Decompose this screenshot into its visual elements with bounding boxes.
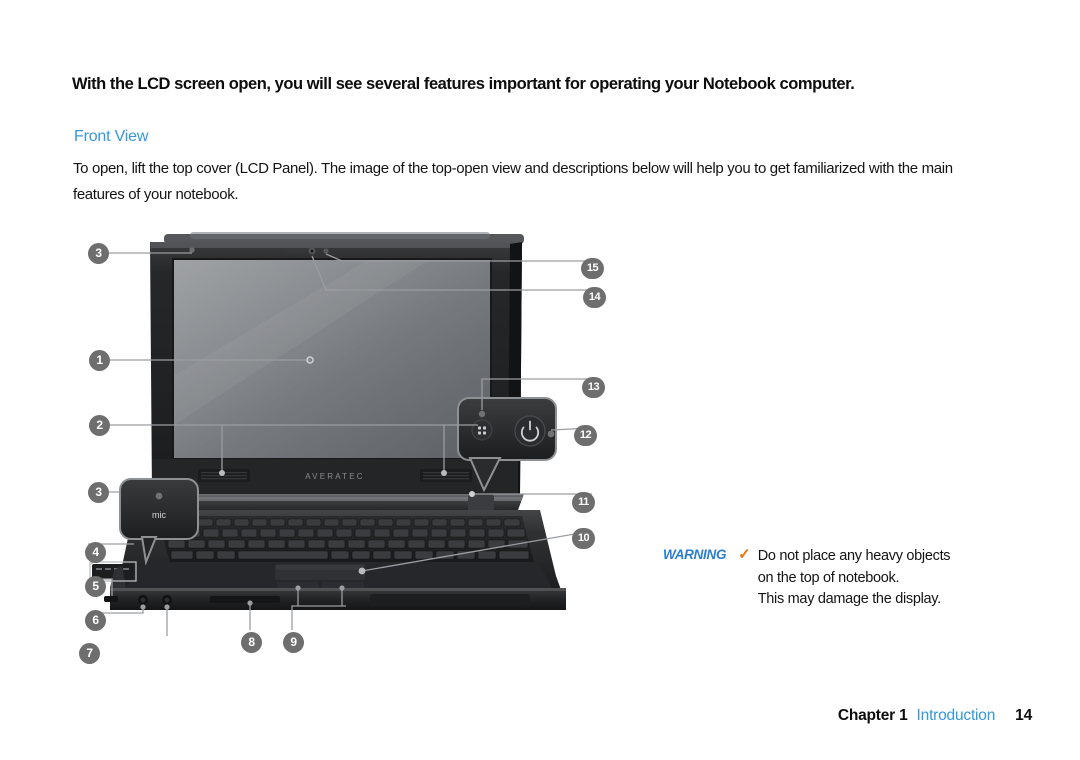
- footer-page-number: 14: [1015, 707, 1032, 724]
- footer-chapter: Chapter 1: [837, 707, 908, 724]
- section-heading-front-view: Front View: [74, 128, 149, 145]
- callout-badge-2: 2: [89, 415, 110, 436]
- callout-badge-8: 8: [241, 632, 262, 653]
- warning-line-3: This may damage the display.: [757, 591, 941, 607]
- card-reader-slot: [210, 596, 280, 603]
- section-body-text: To open, lift the top cover (LCD Panel).…: [73, 160, 953, 203]
- callout-badge-15: 15: [581, 258, 604, 279]
- callout-badge-9: 9: [283, 632, 304, 653]
- callout-badge-1: 1: [89, 350, 110, 371]
- warning-text: Do not place any heavy objects on the to…: [758, 546, 951, 611]
- warning-line-1: Do not place any heavy objects: [757, 548, 951, 564]
- callout-badge-7: 7: [79, 643, 100, 664]
- callout-badge-4: 4: [85, 542, 106, 563]
- footer-section-name: Introduction: [916, 707, 996, 724]
- callout-badge-5: 5: [85, 576, 106, 597]
- callout-badge-6: 6: [85, 610, 106, 631]
- mic-bubble-label: mic: [152, 510, 166, 520]
- laptop-illustration: AVERATEC mic: [88, 232, 593, 636]
- wireless-switch: [104, 596, 118, 602]
- page-footer: Chapter 1 Introduction 14: [0, 707, 1032, 725]
- manual-page: With the LCD screen open, you will see s…: [0, 0, 1080, 760]
- warning-line-2: on the top of notebook.: [757, 569, 900, 586]
- callout-badge-12: 12: [574, 425, 597, 446]
- warning-label: WARNING: [663, 547, 727, 562]
- callout-badge-13: 13: [582, 377, 605, 398]
- brand-label: AVERATEC: [305, 472, 365, 481]
- checkmark-icon: ✓: [738, 546, 751, 563]
- laptop-front-view-figure: AVERATEC mic: [70, 226, 632, 636]
- warning-block: WARNING ✓ Do not place any heavy objects…: [663, 546, 993, 611]
- callout-badge-10: 10: [572, 528, 595, 549]
- callout-badge-3: 3: [88, 482, 109, 503]
- lid-mic-icon: [323, 248, 329, 254]
- callout-badge-3: 3: [88, 243, 109, 264]
- callout-badge-14: 14: [583, 287, 606, 308]
- callout-badge-11: 11: [572, 492, 595, 513]
- page-headline: With the LCD screen open, you will see s…: [72, 75, 855, 93]
